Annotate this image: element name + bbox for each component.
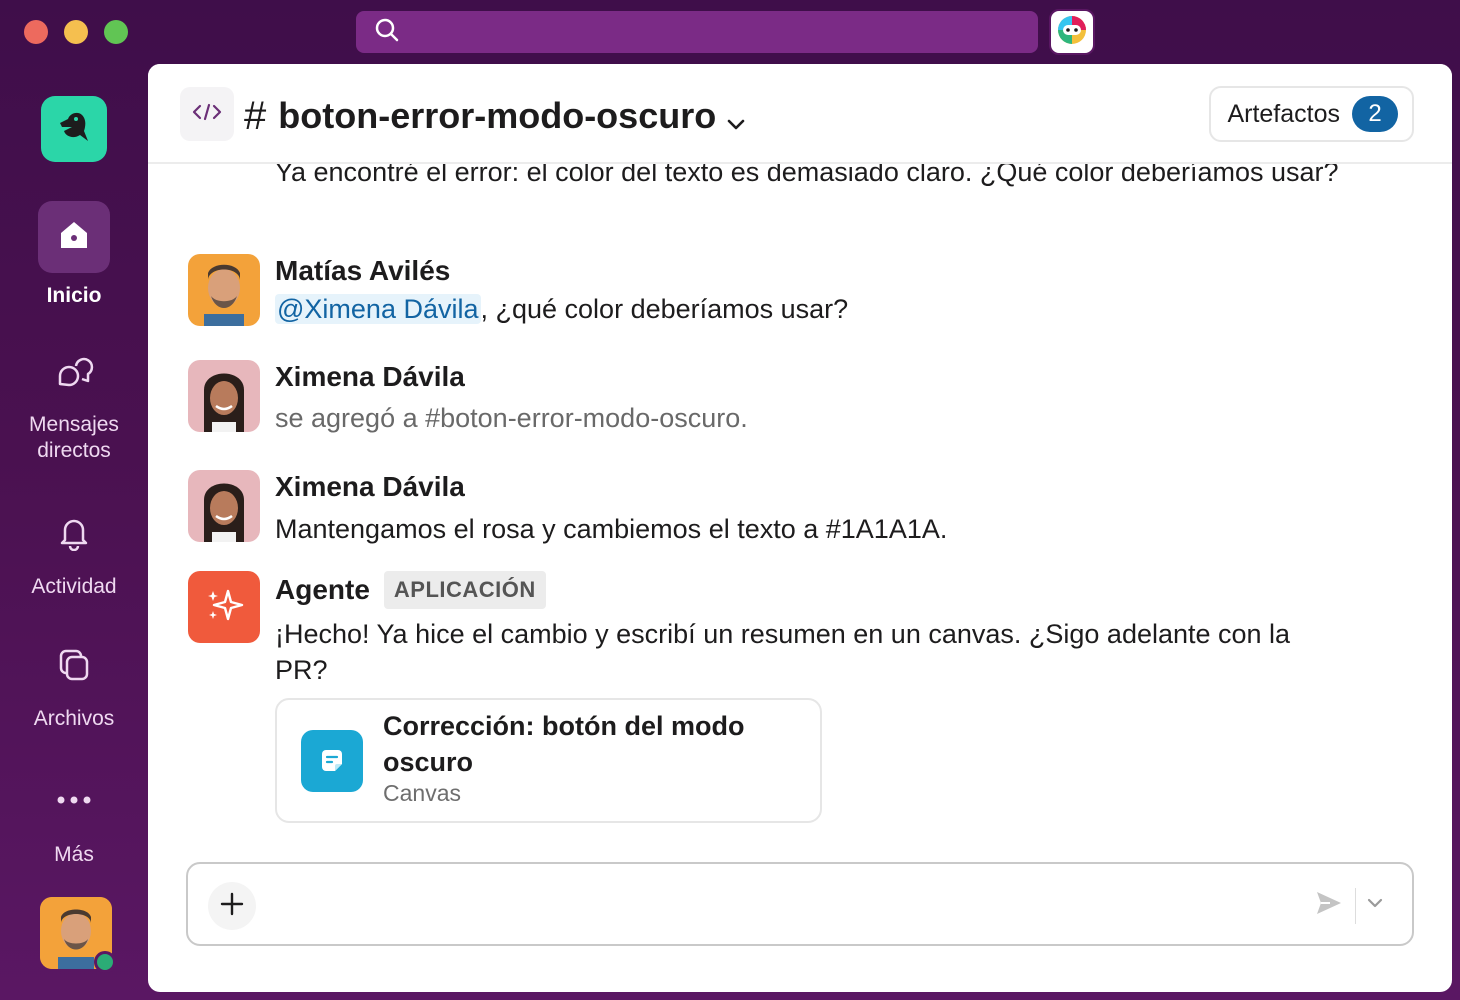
message-composer[interactable] — [186, 862, 1414, 946]
avatar[interactable] — [188, 470, 260, 542]
home-icon — [55, 216, 93, 259]
sender-name[interactable]: Ximena Dávila — [275, 470, 465, 504]
channel-title[interactable]: # boton-error-modo-oscuro — [244, 92, 746, 140]
minimize-window-button[interactable] — [64, 20, 88, 44]
workspace-logo[interactable] — [41, 96, 107, 162]
search-input[interactable] — [410, 20, 1010, 44]
avatar[interactable] — [188, 254, 260, 326]
user-mention[interactable]: @Ximena Dávila — [275, 294, 481, 324]
avatar[interactable] — [188, 360, 260, 432]
plus-icon — [219, 891, 245, 922]
ai-assistant-icon — [1055, 13, 1089, 52]
sidebar-item-mensajes-directos[interactable]: Mensajes directos — [0, 340, 148, 464]
app-badge: APLICACIÓN — [383, 571, 546, 609]
zoom-window-button[interactable] — [104, 20, 128, 44]
presence-indicator — [94, 951, 116, 973]
bird-logo-icon — [52, 105, 96, 154]
message-list: Ya encontré el error: el color del texto… — [148, 164, 1452, 864]
files-icon-wrap — [38, 630, 110, 702]
message-input[interactable] — [278, 886, 1178, 926]
add-attachment-button[interactable] — [208, 882, 256, 930]
sidebar: Inicio Mensajes directos Actividad Archiv… — [0, 64, 148, 1000]
sidebar-item-label: Inicio — [46, 284, 102, 307]
sender-name[interactable]: Matías Avilés — [275, 254, 450, 288]
send-divider — [1355, 888, 1356, 924]
send-icon — [1314, 892, 1344, 922]
code-button[interactable] — [180, 87, 234, 141]
sidebar-item-label: Actividad — [31, 575, 117, 598]
search-bar[interactable] — [356, 11, 1038, 53]
code-icon — [192, 102, 222, 127]
close-window-button[interactable] — [24, 20, 48, 44]
user-avatar[interactable] — [40, 897, 116, 973]
files-icon — [55, 645, 93, 688]
agent-avatar[interactable] — [188, 571, 260, 643]
more-icon-wrap — [38, 766, 110, 838]
sparkle-icon — [202, 583, 246, 632]
home-icon-wrap — [38, 201, 110, 273]
message-text: ¡Hecho! Ya hice el cambio y escribí un r… — [275, 619, 1291, 685]
artifacts-label: Artefactos — [1227, 99, 1340, 128]
message-text: @Ximena Dávila, ¿qué color deberíamos us… — [275, 291, 1355, 327]
matias-avatar-icon — [188, 254, 260, 326]
message-sender[interactable]: Matías Avilés — [275, 254, 1355, 288]
ximena-avatar-icon — [188, 360, 260, 432]
main-panel: # boton-error-modo-oscuro Artefactos 2 Y… — [148, 64, 1452, 992]
artifacts-button[interactable]: Artefactos 2 — [1209, 86, 1414, 142]
direct-messages-icon — [54, 354, 94, 399]
message-text: Ya encontré el error: el color del texto… — [275, 164, 1339, 187]
sidebar-item-label: Mensajes directos — [29, 413, 119, 462]
bell-icon — [55, 513, 93, 556]
ximena-avatar-icon — [188, 470, 260, 542]
sidebar-item-label: Archivos — [33, 707, 115, 730]
canvas-subtitle: Canvas — [383, 780, 461, 806]
bell-icon-wrap — [38, 498, 110, 570]
canvas-title: Corrección: botón del modo oscuro — [383, 711, 745, 777]
message-text-content: , ¿qué color deberíamos usar? — [480, 294, 849, 324]
sidebar-item-mas[interactable]: Más — [0, 766, 148, 868]
message-sender[interactable]: Ximena Dávila — [275, 470, 1355, 504]
artifacts-count-badge: 2 — [1352, 96, 1398, 132]
channel-name: boton-error-modo-oscuro — [278, 95, 717, 136]
sidebar-item-inicio[interactable]: Inicio — [0, 201, 148, 309]
canvas-attachment[interactable]: Corrección: botón del modo oscuro Canvas — [275, 698, 822, 823]
sidebar-item-actividad[interactable]: Actividad — [0, 498, 148, 600]
message-text: se agregó a #boton-error-modo-oscuro. — [275, 403, 748, 433]
canvas-icon — [301, 730, 363, 792]
sidebar-item-label: Más — [54, 843, 94, 866]
message-sender: Agente APLICACIÓN — [275, 571, 1355, 609]
search-icon — [374, 17, 400, 48]
channel-hash: # — [244, 93, 267, 138]
sender-name[interactable]: Ximena Dávila — [275, 360, 465, 394]
direct-messages-icon-wrap — [38, 340, 110, 412]
sender-name[interactable]: Agente — [275, 573, 370, 607]
message-sender[interactable]: Ximena Dávila — [275, 360, 1355, 394]
window-controls — [24, 20, 128, 44]
chevron-down-icon — [1366, 897, 1384, 914]
send-button[interactable] — [1314, 888, 1344, 923]
channel-header: # boton-error-modo-oscuro Artefactos 2 — [148, 64, 1452, 164]
message-text: Mantengamos el rosa y cambiemos el texto… — [275, 514, 948, 544]
sidebar-item-archivos[interactable]: Archivos — [0, 630, 148, 732]
chevron-down-icon — [726, 98, 746, 140]
more-icon — [55, 793, 93, 811]
ai-assistant-button[interactable] — [1049, 9, 1095, 55]
send-options-button[interactable] — [1366, 896, 1384, 915]
